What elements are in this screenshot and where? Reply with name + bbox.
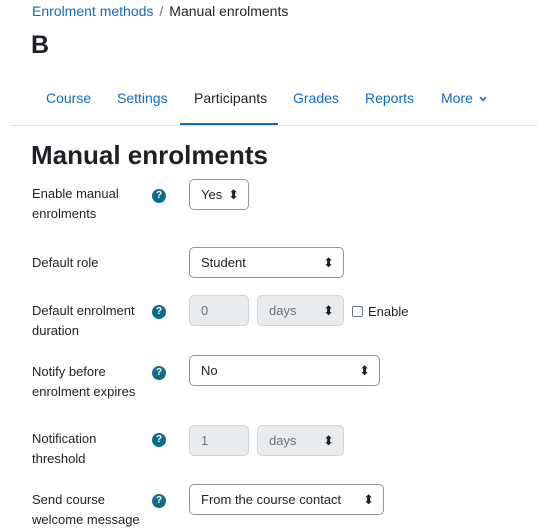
tab-course[interactable]: Course [46, 90, 91, 106]
help-icon[interactable]: ? [152, 305, 166, 319]
help-icon[interactable]: ? [152, 433, 166, 447]
tab-more[interactable]: More [441, 90, 487, 106]
select-arrows-icon: ⬍ [359, 363, 370, 378]
enable-manual-enrolments-select[interactable]: Yes ⬍ [189, 179, 249, 210]
checkbox-box[interactable] [352, 306, 363, 317]
threshold-unit-value: days [269, 433, 297, 448]
select-arrows-icon: ⬍ [228, 187, 239, 202]
tab-settings[interactable]: Settings [117, 90, 168, 106]
chevron-down-icon [479, 96, 487, 102]
duration-unit-value: days [269, 303, 297, 318]
duration-unit-select[interactable]: days ⬍ [257, 295, 344, 326]
tab-reports[interactable]: Reports [365, 90, 414, 106]
breadcrumb: Enrolment methods / Manual enrolments [32, 3, 288, 19]
select-arrows-icon: ⬍ [323, 255, 334, 270]
help-icon[interactable]: ? [152, 366, 166, 380]
default-role-value: Student [201, 255, 246, 270]
page-title: Manual enrolments [31, 140, 268, 170]
notify-before-expires-label: Notify before enrolment expires [32, 364, 136, 399]
enable-manual-enrolments-label: Enable manual enrolments [32, 186, 119, 221]
tab-more-label: More [441, 90, 473, 106]
course-title: B [31, 31, 50, 59]
help-icon[interactable]: ? [152, 189, 166, 203]
duration-enable-checkbox[interactable]: Enable [352, 304, 408, 319]
default-role-select[interactable]: Student ⬍ [189, 247, 344, 278]
enable-select-value: Yes [201, 187, 223, 202]
default-role-label: Default role [32, 255, 99, 270]
tabs-divider [10, 125, 537, 126]
threshold-unit-select[interactable]: days ⬍ [257, 425, 344, 456]
duration-number-input[interactable]: 0 [189, 295, 249, 326]
breadcrumb-link-enrolment-methods[interactable]: Enrolment methods [32, 3, 153, 19]
select-arrows-icon: ⬍ [363, 492, 374, 507]
course-nav-tabs: Course Settings Participants Grades Repo… [32, 80, 537, 126]
welcome-value: From the course contact [201, 492, 342, 507]
breadcrumb-separator: / [159, 3, 164, 19]
tab-grades[interactable]: Grades [293, 90, 339, 106]
notify-value: No [201, 363, 218, 378]
default-enrolment-duration-label: Default enrolment duration [32, 303, 135, 338]
duration-enable-label: Enable [368, 304, 409, 319]
tab-participants[interactable]: Participants [194, 90, 267, 106]
send-welcome-message-select[interactable]: From the course contact ⬍ [189, 484, 384, 515]
select-arrows-icon: ⬍ [323, 433, 334, 448]
select-arrows-icon: ⬍ [323, 303, 334, 318]
notification-threshold-label: Notification threshold [32, 431, 97, 466]
help-icon[interactable]: ? [152, 494, 166, 508]
breadcrumb-current: Manual enrolments [169, 3, 289, 19]
threshold-number-input[interactable]: 1 [189, 425, 249, 456]
send-welcome-message-label: Send course welcome message [32, 492, 140, 527]
notify-before-expires-select[interactable]: No ⬍ [189, 355, 380, 386]
